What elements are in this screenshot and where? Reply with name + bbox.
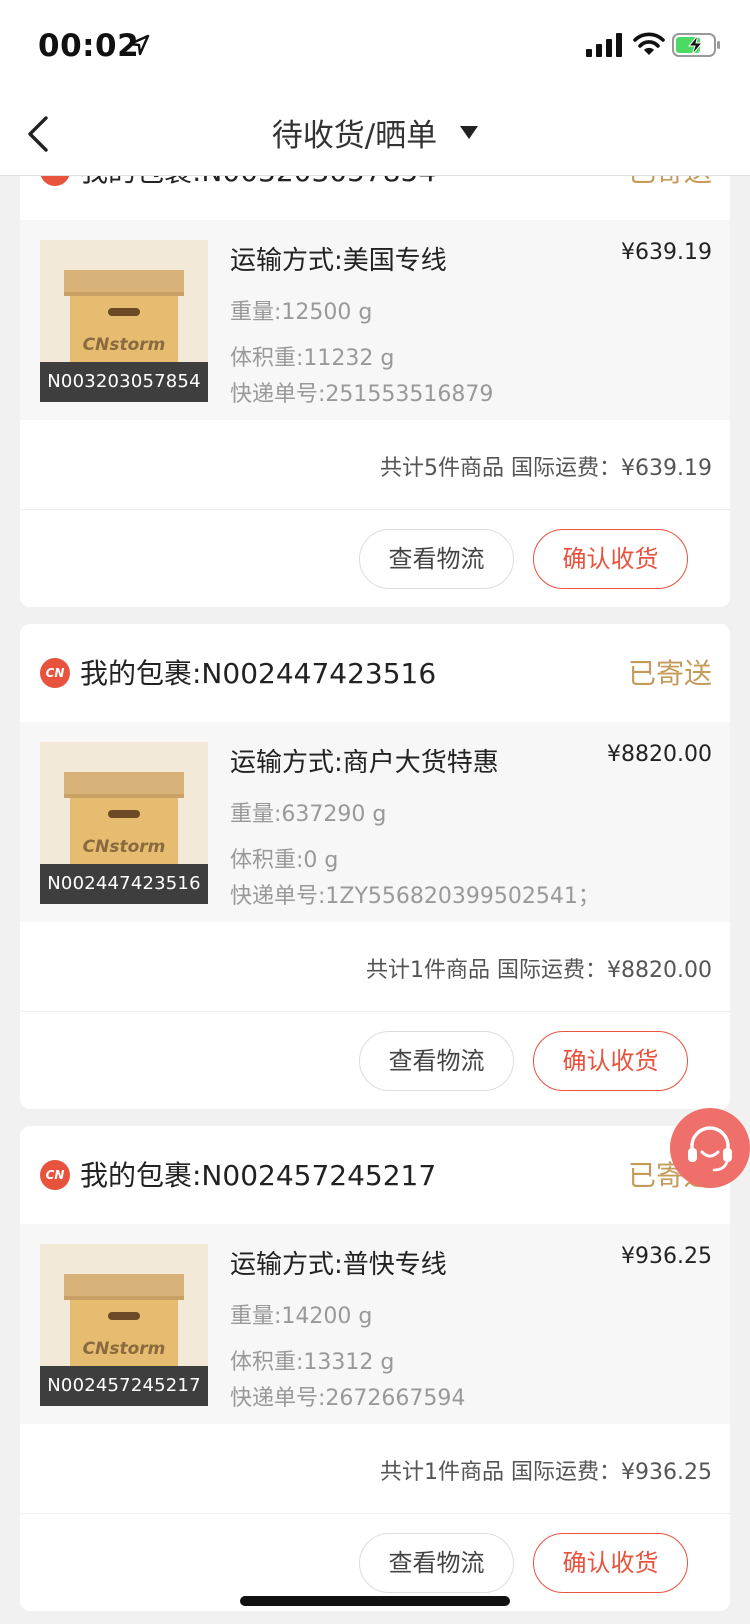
package-header: CN 我的包裹:N002447423516 已寄送 bbox=[20, 624, 730, 724]
package-header: CN 我的包裹:N002457245217 已寄送 bbox=[20, 1126, 730, 1226]
customer-service-headset-icon bbox=[688, 1126, 732, 1172]
package-price: ¥639.19 bbox=[621, 240, 712, 265]
wifi-icon bbox=[633, 32, 665, 55]
thumbnail-caption: N002457245217 bbox=[40, 1366, 208, 1406]
shipping-method: 运输方式:普快专线 bbox=[230, 1250, 447, 1280]
package-card: CN 我的包裹:N003203057854 已寄送 CNstorm N00320… bbox=[20, 176, 730, 607]
package-number: 我的包裹:N002447423516 bbox=[80, 657, 437, 690]
signal-icon bbox=[586, 33, 622, 57]
thumbnail-caption: N002447423516 bbox=[40, 864, 208, 904]
cardboard-box-icon: CNstorm bbox=[64, 1274, 184, 1372]
cardboard-box-icon: CNstorm bbox=[64, 270, 184, 368]
package-number: 我的包裹:N002457245217 bbox=[80, 1159, 437, 1192]
cn-logo-icon: CN bbox=[40, 1160, 70, 1190]
status-time: 00:02 bbox=[38, 28, 140, 64]
package-item[interactable]: CNstorm N002457245217 运输方式:普快专线 ¥936.25 … bbox=[20, 1224, 730, 1424]
page-title: 待收货/晒单 bbox=[271, 118, 438, 154]
view-logistics-button[interactable]: 查看物流 bbox=[359, 1031, 514, 1091]
summary-text: 共计1件商品 国际运费：¥8820.00 bbox=[366, 958, 712, 983]
shipping-method: 运输方式:美国专线 bbox=[230, 246, 447, 276]
home-indicator[interactable] bbox=[240, 1596, 510, 1606]
confirm-receipt-button[interactable]: 确认收货 bbox=[533, 1533, 688, 1593]
view-logistics-button[interactable]: 查看物流 bbox=[359, 529, 514, 589]
volume-weight: 体积重:13312 g bbox=[230, 1350, 395, 1375]
status-bar: 00:02 bbox=[0, 0, 750, 92]
box-brand-text: CNstorm bbox=[83, 837, 166, 857]
package-actions: 查看物流 确认收货 bbox=[20, 511, 730, 607]
tracking-number: 快递单号:251553516879 bbox=[230, 382, 494, 407]
location-arrow-icon bbox=[128, 34, 150, 56]
cn-logo-icon: CN bbox=[40, 176, 70, 186]
package-list[interactable]: CN 我的包裹:N003203057854 已寄送 CNstorm N00320… bbox=[0, 176, 750, 1624]
nav-bar: 待收货/晒单 bbox=[0, 92, 750, 176]
package-summary: 共计1件商品 国际运费：¥936.25 bbox=[20, 1424, 730, 1514]
package-number: 我的包裹:N003203057854 bbox=[80, 176, 436, 190]
package-status: 已寄送 bbox=[628, 176, 712, 190]
package-status: 已寄送 bbox=[627, 657, 712, 690]
thumbnail-caption: N003203057854 bbox=[40, 362, 208, 402]
package-thumbnail: CNstorm N003203057854 bbox=[40, 240, 208, 402]
tracking-number: 快递单号:1ZY556820399502541； bbox=[230, 884, 600, 909]
package-weight: 重量:12500 g bbox=[230, 300, 373, 325]
package-item[interactable]: CNstorm N003203057854 运输方式:美国专线 ¥639.19 … bbox=[20, 220, 730, 420]
confirm-receipt-button[interactable]: 确认收货 bbox=[533, 1031, 688, 1091]
volume-weight: 体积重:11232 g bbox=[230, 346, 395, 371]
package-header: CN 我的包裹:N003203057854 已寄送 bbox=[20, 176, 730, 222]
package-price: ¥8820.00 bbox=[607, 742, 712, 767]
confirm-receipt-button[interactable]: 确认收货 bbox=[533, 529, 688, 589]
package-card: CN 我的包裹:N002457245217 已寄送 CNstorm N00245… bbox=[20, 1126, 730, 1611]
view-logistics-button[interactable]: 查看物流 bbox=[359, 1533, 514, 1593]
summary-text: 共计5件商品 国际运费：¥639.19 bbox=[380, 456, 712, 481]
package-thumbnail: CNstorm N002447423516 bbox=[40, 742, 208, 904]
tracking-number: 快递单号:2672667594 bbox=[230, 1386, 466, 1411]
volume-weight: 体积重:0 g bbox=[230, 848, 339, 873]
package-weight: 重量:14200 g bbox=[230, 1304, 373, 1329]
customer-service-button[interactable] bbox=[670, 1108, 750, 1188]
package-summary: 共计1件商品 国际运费：¥8820.00 bbox=[20, 922, 730, 1012]
package-weight: 重量:637290 g bbox=[230, 802, 387, 827]
cn-logo-icon: CN bbox=[40, 658, 70, 688]
battery-charging-icon bbox=[672, 33, 720, 57]
box-brand-text: CNstorm bbox=[83, 1339, 166, 1359]
package-card: CN 我的包裹:N002447423516 已寄送 CNstorm N00244… bbox=[20, 624, 730, 1109]
dropdown-triangle-icon bbox=[460, 125, 479, 139]
package-price: ¥936.25 bbox=[621, 1244, 712, 1269]
shipping-method: 运输方式:商户大货特惠 bbox=[230, 748, 499, 778]
box-brand-text: CNstorm bbox=[83, 335, 166, 355]
package-item[interactable]: CNstorm N002447423516 运输方式:商户大货特惠 ¥8820.… bbox=[20, 722, 730, 922]
package-summary: 共计5件商品 国际运费：¥639.19 bbox=[20, 420, 730, 510]
package-actions: 查看物流 确认收货 bbox=[20, 1013, 730, 1109]
cardboard-box-icon: CNstorm bbox=[64, 772, 184, 870]
order-filter-dropdown[interactable]: 待收货/晒单 bbox=[0, 110, 750, 155]
summary-text: 共计1件商品 国际运费：¥936.25 bbox=[380, 1460, 712, 1485]
package-thumbnail: CNstorm N002457245217 bbox=[40, 1244, 208, 1406]
